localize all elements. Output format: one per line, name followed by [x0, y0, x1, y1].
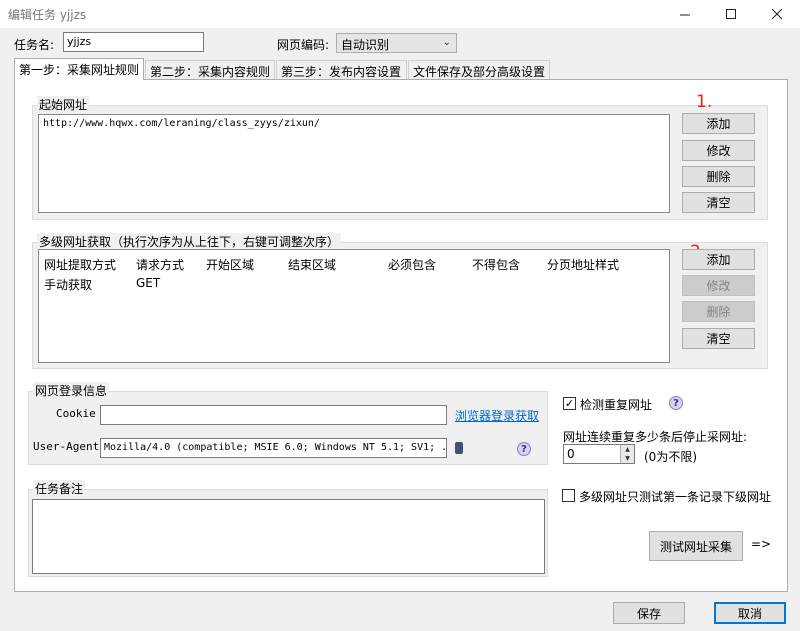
user-agent-label: User-Agent — [33, 440, 100, 453]
multi-url-clear-button[interactable]: 清空 — [682, 328, 755, 349]
column-header[interactable]: 请求方式 — [136, 256, 184, 273]
start-url-delete-button[interactable]: 删除 — [682, 166, 755, 187]
check-mark-icon: ✓ — [564, 397, 575, 410]
column-header[interactable]: 开始区域 — [206, 256, 254, 273]
stop-after-value[interactable]: 0 — [567, 447, 575, 461]
mobile-device-icon[interactable] — [455, 442, 463, 454]
minimize-icon — [679, 14, 690, 15]
help-icon[interactable]: ? — [517, 442, 531, 456]
multi-url-list[interactable]: 网址提取方式 请求方式 开始区域 结束区域 必须包含 不得包含 分页地址样式 手… — [38, 249, 670, 363]
cookie-input[interactable] — [100, 405, 447, 425]
task-name-input[interactable]: yjjzs — [63, 32, 204, 52]
cancel-button[interactable]: 取消 — [714, 602, 786, 624]
column-header[interactable]: 必须包含 — [388, 256, 436, 273]
maximize-button[interactable] — [708, 0, 754, 28]
task-name-label: 任务名: — [14, 38, 55, 52]
test-url-button[interactable]: 测试网址采集 — [649, 531, 743, 561]
column-header[interactable]: 分页地址样式 — [547, 256, 619, 273]
minimize-button[interactable] — [662, 0, 708, 28]
notes-textarea[interactable] — [32, 499, 545, 574]
multi-url-edit-button[interactable]: 修改 — [682, 275, 755, 296]
multi-first-only-label[interactable]: 多级网址只测试第一条记录下级网址 — [579, 488, 771, 505]
close-icon — [771, 8, 782, 19]
check-duplicate-checkbox[interactable]: ✓ — [563, 397, 576, 410]
column-header[interactable]: 不得包含 — [472, 256, 520, 273]
start-url-item[interactable]: http://www.hqwx.com/leraning/class_zyys/… — [39, 115, 669, 132]
chevron-down-icon: ⌄ — [442, 37, 451, 48]
multi-url-delete-button[interactable]: 删除 — [682, 301, 755, 322]
close-button[interactable] — [754, 0, 800, 28]
tab-advanced[interactable]: 文件保存及部分高级设置 — [408, 60, 550, 80]
tab-step2[interactable]: 第二步：采集内容规则 — [145, 60, 275, 80]
decrement-icon[interactable]: ▼ — [620, 454, 634, 463]
test-arrow: => — [751, 537, 772, 551]
browser-login-link[interactable]: 浏览器登录获取 — [455, 407, 539, 424]
start-url-edit-button[interactable]: 修改 — [682, 140, 755, 161]
table-cell-method[interactable]: 手动获取 — [44, 276, 92, 293]
encoding-label: 网页编码: — [277, 38, 330, 52]
multi-url-title: 多级网址获取（执行次序为从上往下，右键可调整次序） — [37, 233, 342, 250]
encoding-select[interactable]: 自动识别 ⌄ — [336, 33, 457, 53]
annotation-marker-1: 1. — [696, 92, 713, 112]
cookie-label: Cookie — [56, 407, 96, 420]
multi-first-only-checkbox[interactable] — [562, 489, 575, 502]
login-title: 网页登录信息 — [33, 382, 110, 399]
tab-step1[interactable]: 第一步：采集网址规则 — [14, 58, 144, 80]
start-url-title: 起始网址 — [37, 96, 90, 113]
start-url-list[interactable]: http://www.hqwx.com/leraning/class_zyys/… — [38, 114, 670, 213]
tab-step3[interactable]: 第三步：发布内容设置 — [276, 60, 407, 80]
start-url-add-button[interactable]: 添加 — [682, 113, 755, 134]
notes-title: 任务备注 — [33, 480, 86, 497]
multi-url-add-button[interactable]: 添加 — [682, 249, 755, 270]
encoding-value: 自动识别 — [341, 38, 390, 52]
check-duplicate-label[interactable]: 检测重复网址 — [580, 396, 652, 413]
column-header[interactable]: 结束区域 — [288, 256, 336, 273]
title-bar: 编辑任务 yjjzs — [0, 0, 800, 28]
maximize-icon — [725, 8, 736, 19]
stop-after-stepper[interactable]: 0 ▲ ▼ — [563, 444, 635, 464]
stop-after-hint: (0为不限) — [644, 450, 697, 464]
help-icon[interactable]: ? — [669, 396, 683, 410]
table-cell-request[interactable]: GET — [136, 276, 160, 290]
window-title: 编辑任务 yjjzs — [8, 8, 87, 22]
increment-icon[interactable]: ▲ — [620, 445, 634, 454]
user-agent-input[interactable]: Mozilla/4.0 (compatible; MSIE 6.0; Windo… — [100, 438, 447, 458]
stop-after-label: 网址连续重复多少条后停止采网址: — [563, 430, 748, 444]
start-url-clear-button[interactable]: 清空 — [682, 192, 755, 213]
column-header[interactable]: 网址提取方式 — [44, 256, 116, 273]
save-button[interactable]: 保存 — [613, 602, 685, 624]
